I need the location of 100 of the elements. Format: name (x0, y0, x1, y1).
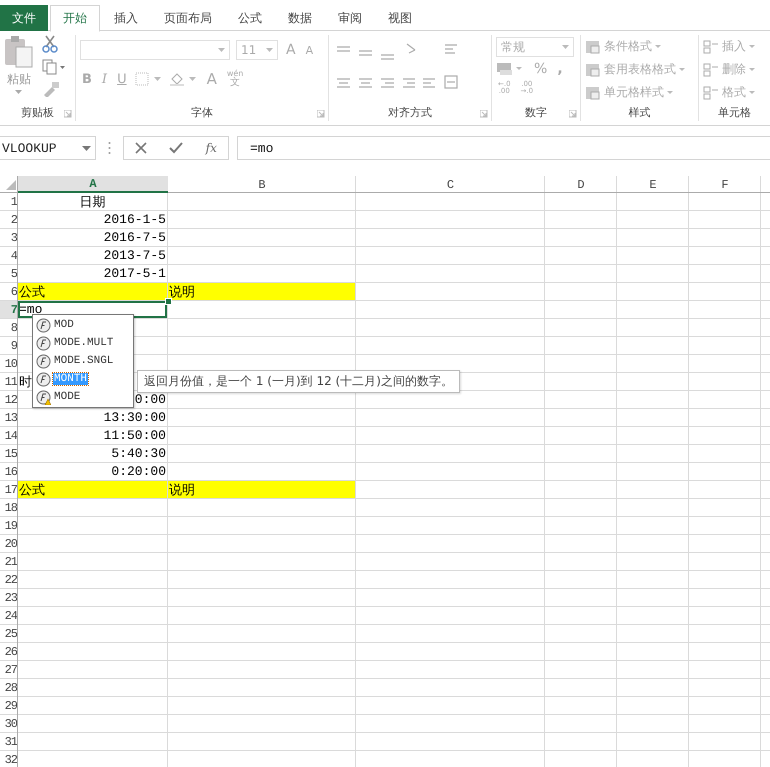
row-header[interactable]: 29 (0, 697, 17, 714)
row-header[interactable]: 28 (0, 679, 17, 696)
row-header[interactable]: 24 (0, 607, 17, 624)
function-icon (36, 336, 51, 350)
table-cell: 公式 (18, 481, 167, 498)
caret-icon (15, 90, 23, 95)
row-header[interactable]: 8 (0, 319, 17, 336)
fill-handle[interactable] (165, 298, 172, 305)
cells-icon (703, 40, 719, 54)
column-header[interactable]: C (356, 176, 545, 193)
row-header[interactable]: 3 (0, 229, 17, 246)
cell-text: 日期 (80, 194, 106, 210)
column-header[interactable]: B (168, 176, 356, 193)
cell-text: 2016-1-5 (104, 212, 166, 227)
row-header[interactable]: 11 (0, 373, 17, 390)
row-header[interactable]: 2 (0, 211, 17, 228)
row-header[interactable]: 16 (0, 463, 17, 480)
function-suggestion[interactable]: MODE (34, 388, 132, 406)
ribbon-tab[interactable]: 数据 (276, 5, 324, 31)
function-suggestion[interactable]: MODE.SNGL (34, 352, 132, 370)
function-suggestion[interactable]: MOD (34, 316, 132, 334)
copy-icon[interactable] (42, 59, 66, 75)
row-header[interactable]: 20 (0, 535, 17, 552)
table-cell: 说明 (168, 283, 355, 300)
font-name-field[interactable] (80, 40, 230, 60)
format-painter-icon[interactable] (42, 81, 60, 97)
cell-text: 0:00 (134, 392, 166, 407)
column-header[interactable]: E (617, 176, 689, 193)
border-icon[interactable] (134, 72, 163, 86)
group-label: 剪贴板 (21, 104, 54, 120)
column-header[interactable]: D (545, 176, 617, 193)
row-header[interactable]: 13 (0, 409, 17, 426)
row-header[interactable]: 26 (0, 643, 17, 660)
row-header[interactable]: 18 (0, 499, 17, 516)
fill-color-icon[interactable] (168, 71, 199, 87)
row-header[interactable]: 9 (0, 337, 17, 354)
row-header[interactable]: 30 (0, 715, 17, 732)
name-box[interactable]: VLOOKUP (0, 136, 96, 160)
ribbon-tab[interactable]: 开始 (50, 5, 100, 32)
ribbon-tab[interactable]: 插入 (102, 5, 150, 31)
row-header[interactable]: 1 (0, 193, 17, 210)
row-header[interactable]: 22 (0, 571, 17, 588)
caret-icon (82, 146, 91, 150)
cells-icon (703, 62, 719, 76)
row-header[interactable]: 5 (0, 265, 17, 282)
row-header[interactable]: 6 (0, 283, 17, 300)
table-cell: 说明 (168, 481, 355, 498)
row-header[interactable]: 27 (0, 661, 17, 678)
ribbon-tab[interactable]: 审阅 (326, 5, 374, 31)
ribbon-tab[interactable]: 视图 (376, 5, 424, 31)
insert-function-button[interactable]: fx (206, 141, 217, 155)
row-header[interactable]: 21 (0, 553, 17, 570)
cancel-icon[interactable] (135, 142, 148, 154)
select-all-icon[interactable] (6, 180, 16, 190)
row-header[interactable]: 12 (0, 391, 17, 408)
function-icon (36, 318, 51, 332)
group-label: 单元格 (718, 104, 751, 120)
row-header[interactable]: 7 (0, 301, 17, 318)
row-header[interactable]: 10 (0, 355, 17, 372)
row-header[interactable]: 4 (0, 247, 17, 264)
table-style-icon (585, 86, 601, 100)
row-header[interactable]: 23 (0, 589, 17, 606)
dialog-launcher-icon[interactable] (317, 110, 325, 118)
active-cell[interactable]: =mo (18, 301, 167, 318)
function-tooltip: 返回月份值，是一个 1 (一月)到 12 (十二月)之间的数字。 (137, 370, 460, 393)
row-header[interactable]: 15 (0, 445, 17, 462)
group-label: 样式 (628, 104, 650, 120)
function-suggestion[interactable]: MODE.MULT (34, 334, 132, 352)
cells-icon (703, 86, 719, 100)
row-header[interactable]: 14 (0, 427, 17, 444)
file-tab[interactable]: 文件 (0, 5, 48, 31)
group-label: 对齐方式 (388, 104, 432, 120)
row-header[interactable]: 31 (0, 733, 17, 750)
column-header[interactable]: A (18, 176, 168, 193)
table-style-icon (585, 62, 601, 76)
cell-text: 13:30:00 (104, 410, 166, 425)
dialog-launcher-icon[interactable] (64, 110, 72, 118)
ribbon-tab[interactable]: 公式 (226, 5, 274, 31)
ribbon-tab[interactable]: 页面布局 (152, 5, 224, 31)
row-header[interactable]: 17 (0, 481, 17, 498)
row-header[interactable]: 32 (0, 751, 17, 767)
dialog-launcher-icon[interactable] (480, 110, 488, 118)
enter-icon[interactable] (169, 142, 184, 154)
cell-text: 时 (19, 374, 32, 390)
column-header[interactable]: F (689, 176, 761, 193)
cut-icon[interactable] (42, 35, 58, 53)
row-header[interactable]: 25 (0, 625, 17, 642)
cell-text: 2016-7-5 (104, 230, 166, 245)
caret-icon (679, 68, 685, 72)
cell-text: 2017-5-1 (104, 266, 166, 281)
cell-text: 11:50:00 (104, 428, 166, 443)
cell-text: 0:20:00 (111, 464, 166, 479)
formula-field[interactable]: =mo (237, 136, 770, 160)
more-icon[interactable] (108, 141, 111, 155)
group-label: 数字 (525, 104, 547, 120)
row-header[interactable]: 19 (0, 517, 17, 534)
dialog-launcher-icon[interactable] (569, 110, 577, 118)
caret-icon (655, 44, 661, 48)
function-icon (36, 372, 51, 386)
cell-text: 2013-7-5 (104, 248, 166, 263)
